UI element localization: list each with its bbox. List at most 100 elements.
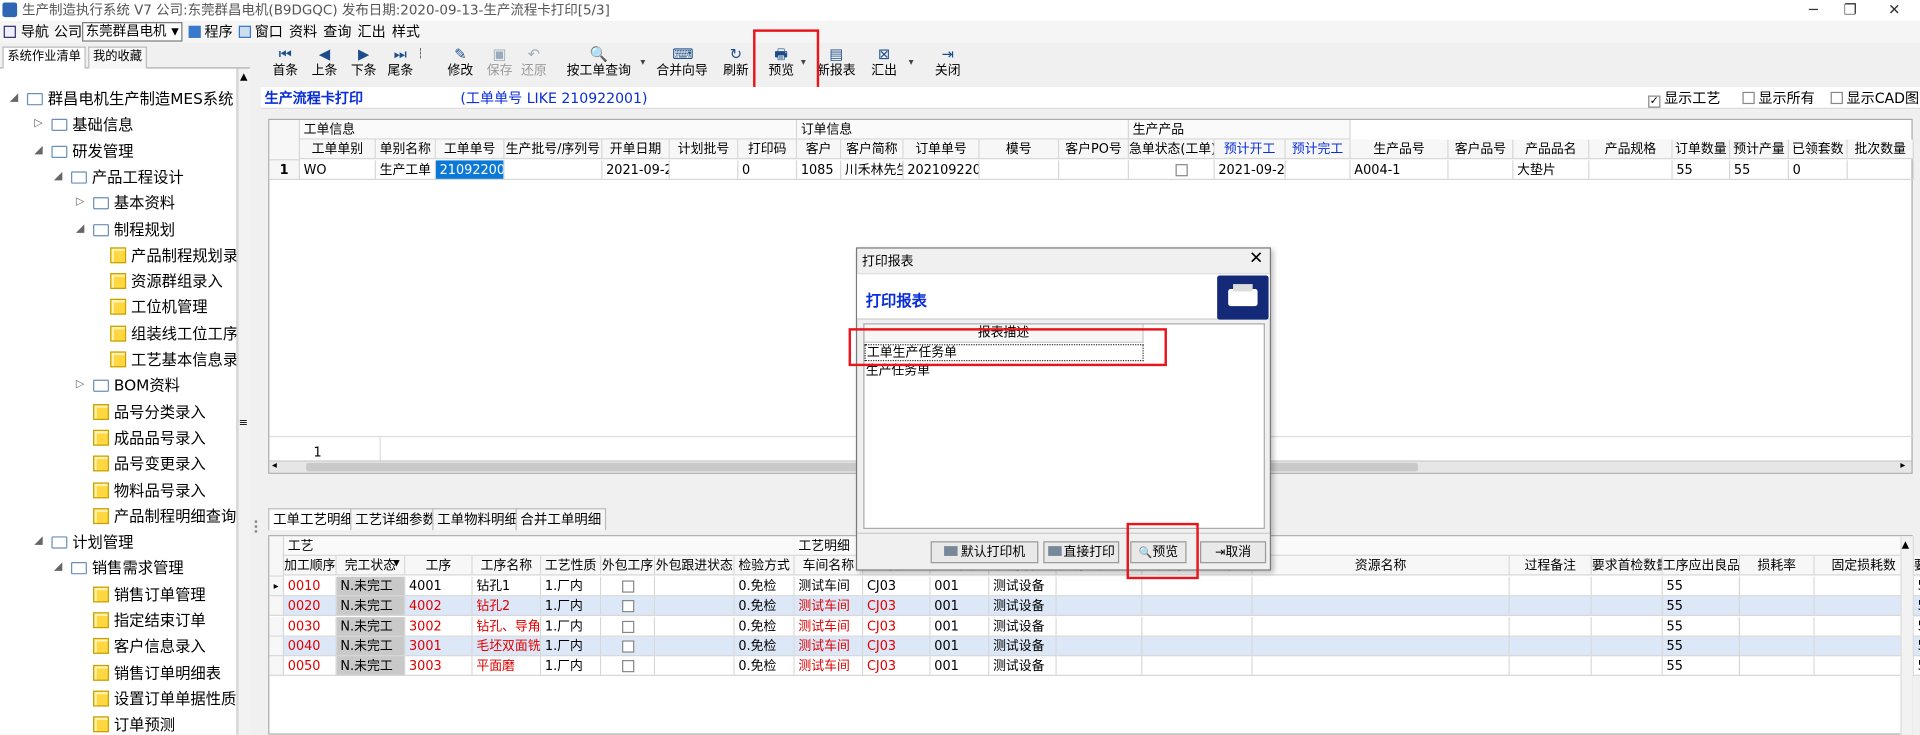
column-header[interactable]: 订单数量 — [1672, 139, 1731, 160]
tree-item[interactable]: 产品制程明细查询 — [93, 503, 236, 529]
grid-cell[interactable]: 3003 — [405, 656, 473, 677]
tree-item[interactable]: 产品制程规划录 — [110, 242, 236, 268]
tab-favorites[interactable]: 我的收藏 — [88, 46, 147, 69]
tree-item[interactable]: 工艺基本信息录 — [110, 347, 236, 373]
expanded-arrow-icon[interactable]: ◢ — [10, 86, 18, 112]
grid-cell[interactable]: 55 — [1662, 656, 1741, 677]
checkbox-empty-icon[interactable] — [622, 620, 635, 633]
grid-cell[interactable] — [1814, 656, 1914, 677]
grid-cell[interactable]: 1.厂内 — [541, 636, 602, 657]
first-record-button[interactable]: ⏮ 首条 — [267, 45, 304, 82]
splitter-dots-icon[interactable] — [254, 520, 260, 533]
scroll-up-icon[interactable]: ▲ — [1902, 539, 1910, 550]
column-header[interactable]: 工序应出良品 — [1662, 555, 1741, 576]
menu-company[interactable]: 公司 — [54, 21, 82, 43]
menu-program[interactable]: 程序 — [204, 21, 232, 43]
column-header[interactable]: 外包跟进状态 — [655, 555, 735, 576]
grid-cell[interactable]: 55 — [1913, 576, 1920, 597]
tree-item[interactable]: 销售订单管理 — [93, 581, 206, 607]
grid-cell[interactable] — [1252, 636, 1510, 657]
column-header[interactable]: 要求首检数量 — [1591, 555, 1663, 576]
grid-cell[interactable]: N.未完工 — [336, 616, 406, 637]
grid-cell[interactable] — [655, 656, 735, 677]
grid-cell[interactable] — [1509, 636, 1592, 657]
grid-cell[interactable] — [1509, 616, 1592, 637]
grid-cell[interactable]: 1.厂内 — [541, 656, 602, 677]
vertical-scrollbar[interactable] — [1900, 536, 1913, 735]
grid-cell[interactable]: 55 — [1662, 596, 1741, 617]
grid-cell[interactable] — [1814, 596, 1914, 617]
grid-cell[interactable] — [1814, 636, 1914, 657]
grid-cell[interactable] — [1740, 656, 1815, 677]
grid-cell[interactable]: 001 — [930, 636, 990, 657]
grid-cell[interactable]: CJ03 — [863, 636, 931, 657]
column-header[interactable]: 生产品号 — [1350, 139, 1449, 160]
column-header[interactable]: 客户品号 — [1448, 139, 1514, 160]
grid-cell[interactable]: 55 — [1913, 596, 1920, 617]
grid-cell[interactable]: 测试设备 — [989, 636, 1057, 657]
grid-cell[interactable] — [1814, 576, 1914, 597]
column-header[interactable]: 计划批号 — [669, 139, 739, 160]
grid-cell[interactable]: N.未完工 — [336, 636, 406, 657]
column-header[interactable]: 过程备注 — [1509, 555, 1592, 576]
grid-cell[interactable]: 测试车间 — [794, 616, 864, 637]
grid-cell[interactable]: 0040 — [284, 636, 337, 657]
checkbox-empty-icon[interactable] — [622, 640, 635, 653]
grid-cell[interactable] — [1056, 576, 1143, 597]
tab-process-params[interactable]: 工艺详细参数 — [350, 508, 441, 531]
grid-cell[interactable] — [1252, 576, 1510, 597]
grid-cell[interactable] — [1740, 576, 1815, 597]
grid-cell[interactable]: 钻孔1 — [472, 576, 542, 597]
column-header[interactable]: 产品品名 — [1513, 139, 1590, 160]
grid-cell[interactable] — [1589, 160, 1673, 181]
grid-cell[interactable]: CJ03 — [863, 656, 931, 677]
grid-cell[interactable] — [1142, 656, 1253, 677]
grid-cell[interactable] — [669, 160, 739, 181]
maximize-button[interactable]: ❐ — [1832, 0, 1869, 21]
grid-cell[interactable] — [1059, 160, 1129, 181]
grid-cell[interactable] — [979, 160, 1060, 181]
grid-cell[interactable] — [1740, 616, 1815, 637]
chevron-down-icon[interactable]: ▾ — [640, 56, 645, 67]
grid-cell[interactable]: 001 — [930, 616, 990, 637]
grid-cell[interactable] — [1448, 160, 1514, 181]
default-printer-button[interactable]: 默认打印机 — [930, 541, 1039, 564]
grid-cell[interactable]: 55 — [1913, 636, 1920, 657]
column-header[interactable]: 模号 — [979, 139, 1060, 160]
grid-cell[interactable]: 0.免检 — [734, 616, 795, 637]
tree-item[interactable]: 客户信息录入 — [93, 633, 206, 659]
tree-item[interactable]: 资源群组录入 — [110, 268, 223, 294]
tab-merge-detail[interactable]: 合并工单明细 — [515, 508, 607, 531]
tab-process-detail[interactable]: 工单工艺明细 — [268, 508, 359, 531]
column-header[interactable]: 急单状态(工单) — [1128, 139, 1215, 160]
column-header[interactable]: 要求完成数 — [1913, 555, 1920, 576]
menu-data[interactable]: 资料 — [289, 21, 317, 43]
grid-cell[interactable] — [504, 160, 603, 181]
column-header[interactable]: 预计开工 — [1214, 139, 1286, 160]
grid-cell[interactable]: 测试车间 — [794, 636, 864, 657]
tree-item[interactable]: ▷ BOM资料 — [76, 373, 180, 399]
grid-cell[interactable]: N.未完工 — [336, 656, 406, 677]
tree-item[interactable]: 订单预测 — [93, 712, 175, 735]
expanded-arrow-icon[interactable]: ◢ — [54, 164, 62, 190]
tree-item[interactable]: 指定结束订单 — [93, 607, 206, 633]
grid-cell[interactable] — [1252, 616, 1510, 637]
grid-cell[interactable]: 测试设备 — [989, 656, 1057, 677]
grid-cell[interactable]: 3001 — [405, 636, 473, 657]
scroll-up-icon[interactable]: ▲ — [240, 71, 248, 82]
checkbox-empty-icon[interactable] — [1175, 164, 1188, 177]
grid-cell[interactable]: 1.厂内 — [541, 616, 602, 637]
column-header[interactable]: 资源名称 — [1252, 555, 1510, 576]
grid-cell[interactable] — [1285, 160, 1351, 181]
column-header[interactable]: 外包工序 — [601, 555, 656, 576]
column-header[interactable]: 客户 — [797, 139, 842, 160]
grid-cell[interactable]: 3002 — [405, 616, 473, 637]
checkbox-empty-icon[interactable] — [622, 660, 635, 673]
expanded-arrow-icon[interactable]: ◢ — [54, 555, 62, 581]
grid-cell[interactable] — [1056, 596, 1143, 617]
grid-cell[interactable] — [1740, 636, 1815, 657]
grid-cell[interactable]: CJ03 — [863, 596, 931, 617]
menu-window[interactable]: 窗口 — [255, 21, 283, 43]
grid-cell[interactable]: 0.免检 — [734, 656, 795, 677]
grid-cell[interactable] — [1252, 596, 1510, 617]
